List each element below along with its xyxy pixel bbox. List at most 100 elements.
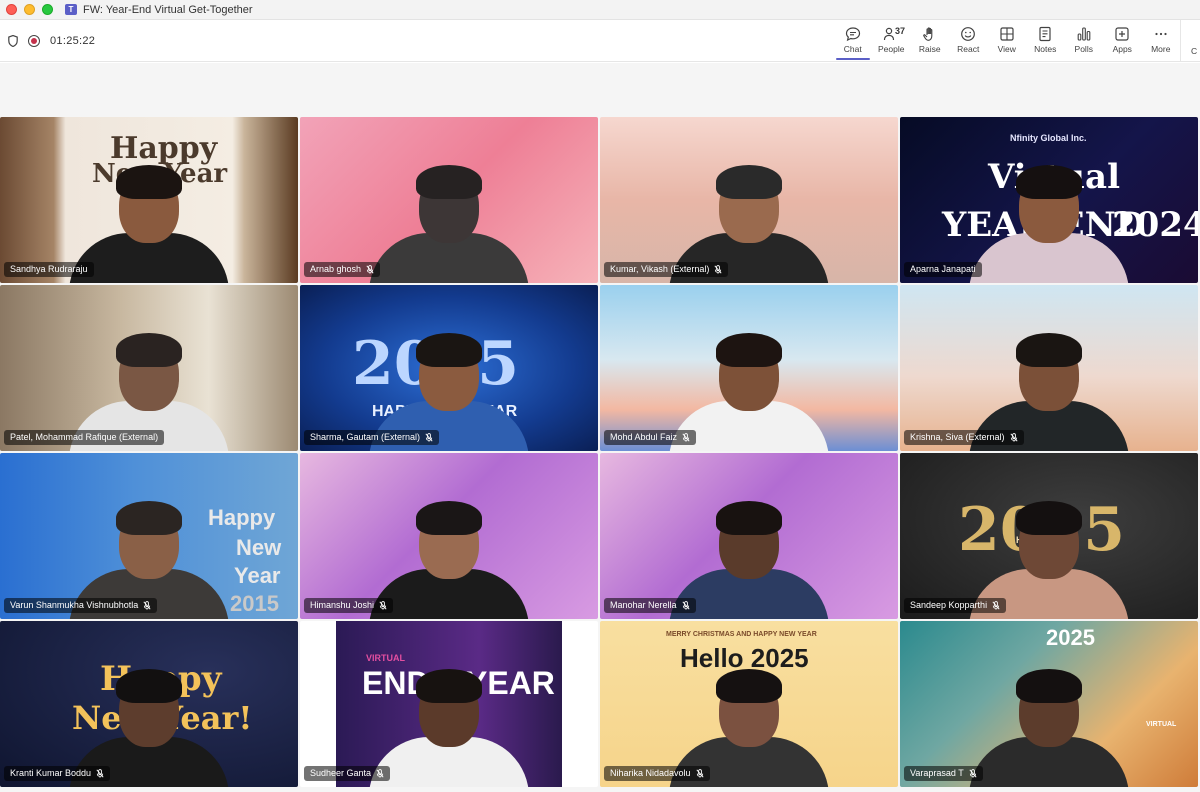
participant-video-tile[interactable]: Krishna, Siva (External) [900, 285, 1198, 451]
notes-icon [1039, 26, 1051, 42]
participant-name-tag: Krishna, Siva (External) [904, 430, 1024, 445]
apps-button[interactable]: Apps [1103, 20, 1142, 62]
mic-off-icon [366, 265, 374, 274]
participant-name: Sharma, Gautam (External) [310, 432, 421, 442]
mic-off-icon [376, 769, 384, 778]
participant-video-tile[interactable]: Mohd Abdul Faiz [600, 285, 898, 451]
participant-name: Sandeep Kopparthi [910, 600, 988, 610]
participant-name: Mohd Abdul Faiz [610, 432, 678, 442]
polls-icon [1077, 27, 1091, 41]
participant-video-tile[interactable]: HappyNew Year!Kranti Kumar Boddu [0, 621, 298, 787]
toolbar-button-label: Polls [1074, 44, 1093, 54]
participant-name-tag: Sandeep Kopparthi [904, 598, 1007, 613]
mic-off-icon [682, 433, 690, 442]
window-title-bar: T FW: Year-End Virtual Get-Together [0, 0, 1200, 20]
raise-button[interactable]: Raise [911, 20, 950, 62]
participant-video-tile[interactable]: Nfinity Global Inc.VirtualYEAR END2024Ap… [900, 117, 1198, 283]
view-button[interactable]: View [988, 20, 1027, 62]
participant-video-tile[interactable]: 2025 VIRTUAL Varaprasad T [900, 621, 1198, 787]
video-grid: HappyNew YearSandhya Rudraraju Arnab ghos… [0, 117, 1200, 789]
shield-icon[interactable] [8, 34, 18, 47]
recording-icon [28, 34, 40, 47]
mic-off-icon [714, 265, 722, 274]
mic-off-icon [1010, 433, 1018, 442]
window-title: FW: Year-End Virtual Get-Together [83, 3, 253, 16]
participant-name: Aparna Janapati [910, 264, 976, 274]
background-text: New [236, 535, 282, 560]
participant-name-tag: Mohd Abdul Faiz [604, 430, 697, 445]
participant-video-tile[interactable]: Happy New Year 2015 Varun Shanmukha Vishnubh… [0, 453, 298, 619]
participant-name-tag: Himanshu Joshi [304, 598, 394, 613]
participant-name-tag: Varun Shanmukha Vishnubhotla [4, 598, 158, 613]
toolbar-button-label: People [878, 44, 905, 54]
background-text: MERRY CHRISTMAS AND HAPPY NEW YEAR [666, 631, 817, 638]
participant-name: Patel, Mohammad Rafique (External) [10, 432, 159, 442]
participant-name-tag: Niharika Nidadavolu [604, 766, 710, 781]
people-button[interactable]: 37 People [872, 20, 911, 62]
participant-video [969, 647, 1129, 787]
participant-video-tile[interactable]: MERRY CHRISTMAS AND HAPPY NEW YEAR Hello … [600, 621, 898, 787]
mic-off-icon [379, 601, 387, 610]
participant-video [369, 647, 529, 787]
participant-name-tag: Sudheer Ganta [304, 766, 391, 781]
background-text: Year [234, 563, 281, 588]
participant-name: Arnab ghosh [310, 264, 362, 274]
toolbar-overflow-button[interactable]: C [1180, 20, 1200, 62]
participant-name-tag: Patel, Mohammad Rafique (External) [4, 430, 165, 445]
people-count-badge: 37 [895, 26, 906, 36]
mic-off-icon [682, 601, 690, 610]
participant-video-tile[interactable]: Arnab ghosh [300, 117, 598, 283]
mic-off-icon [425, 433, 433, 442]
participant-video-tile[interactable]: VIRTUAL END YEAR Sudheer Ganta [300, 621, 598, 787]
toolbar-button-label: React [957, 44, 980, 54]
participant-video [969, 143, 1129, 283]
participant-video [369, 143, 529, 283]
participant-name-tag: Varaprasad T [904, 766, 983, 781]
participant-name: Varun Shanmukha Vishnubhotla [10, 600, 139, 610]
toolbar-actions: Chat 37 People Raise React View Notes Polls Apps… [834, 20, 1200, 62]
participant-name: Niharika Nidadavolu [610, 768, 691, 778]
notes-button[interactable]: Notes [1026, 20, 1065, 62]
grid-view-icon [1000, 27, 1014, 41]
participant-video [369, 479, 529, 619]
meeting-timer: 01:25:22 [50, 34, 96, 47]
participant-name: Sandhya Rudraraju [10, 264, 88, 274]
participant-name-tag: Manohar Nerella [604, 598, 696, 613]
participant-name-tag: Aparna Janapati [904, 262, 982, 277]
smiley-icon [961, 27, 976, 41]
participant-video-tile[interactable]: Kumar, Vikash (External) [600, 117, 898, 283]
minimize-window-button[interactable] [24, 4, 35, 15]
participant-name: Krishna, Siva (External) [910, 432, 1005, 442]
participant-name-tag: Sandhya Rudraraju [4, 262, 94, 277]
participant-video-tile[interactable]: Himanshu Joshi [300, 453, 598, 619]
chat-button[interactable]: Chat [834, 20, 873, 62]
react-button[interactable]: React [949, 20, 988, 62]
participant-video-tile[interactable]: 2025HAPPYSandeep Kopparthi [900, 453, 1198, 619]
mic-off-icon [992, 601, 1000, 610]
participant-video-tile[interactable]: Manohar Nerella [600, 453, 898, 619]
mic-off-icon [96, 769, 104, 778]
background-text: VIRTUAL [1146, 721, 1177, 728]
maximize-window-button[interactable] [42, 4, 53, 15]
more-icon [1155, 32, 1167, 36]
participant-name: Kumar, Vikash (External) [610, 264, 710, 274]
participant-name: Himanshu Joshi [310, 600, 375, 610]
toolbar-button-label: More [1151, 44, 1171, 54]
teams-logo-icon: T [65, 4, 77, 15]
chat-icon [845, 27, 860, 42]
participant-name: Manohar Nerella [610, 600, 677, 610]
meeting-stage: HappyNew YearSandhya Rudraraju Arnab ghos… [0, 63, 1200, 792]
meeting-toolbar: 01:25:22 Chat 37 People Raise React View Notes… [0, 20, 1200, 62]
toolbar-button-label: Notes [1034, 44, 1057, 54]
participant-video-tile[interactable]: HappyNew YearSandhya Rudraraju [0, 117, 298, 283]
polls-button[interactable]: Polls [1065, 20, 1104, 62]
raise-hand-icon [922, 27, 933, 41]
participant-video-tile[interactable]: 2025HAPPY NEW YEARSharma, Gautam (Extern… [300, 285, 598, 451]
add-apps-icon [1115, 27, 1129, 41]
mic-off-icon [143, 601, 151, 610]
participant-name: Varaprasad T [910, 768, 964, 778]
toolbar-button-label: Chat [843, 44, 862, 54]
participant-video-tile[interactable]: Patel, Mohammad Rafique (External) [0, 285, 298, 451]
close-window-button[interactable] [6, 4, 17, 15]
more-button[interactable]: More [1142, 20, 1181, 62]
